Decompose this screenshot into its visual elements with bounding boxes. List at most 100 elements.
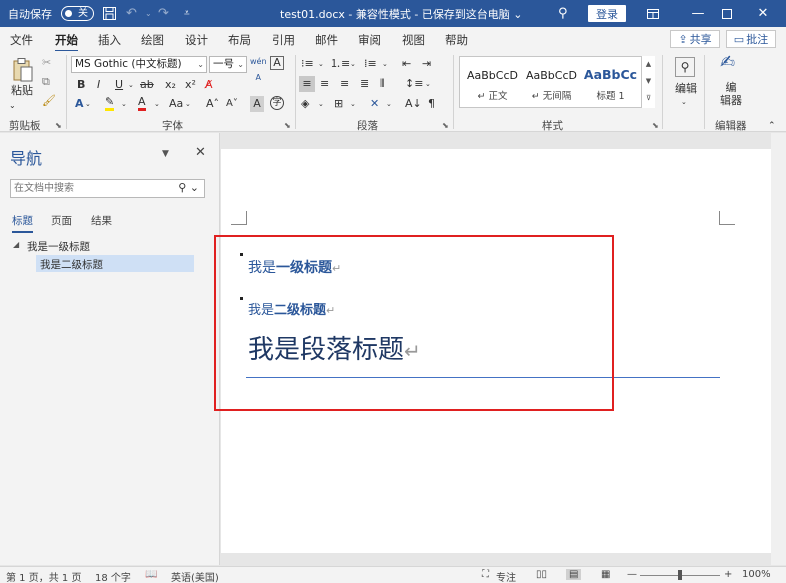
undo-icon[interactable]: ↶ <box>126 0 137 27</box>
read-mode-icon[interactable]: ▯▯ <box>536 569 547 580</box>
shading-dropdown-icon[interactable]: ⌄ <box>318 96 324 112</box>
increase-indent-icon[interactable]: ⇥ <box>422 56 431 72</box>
copy-icon[interactable]: ⧉ <box>42 74 50 90</box>
asian-layout-icon[interactable]: ✕ <box>370 96 379 112</box>
distributed-icon[interactable]: ⫴ <box>380 76 385 92</box>
show-marks-icon[interactable]: ¶ <box>428 96 435 112</box>
collapse-triangle-icon[interactable]: ◢ <box>13 240 19 249</box>
nav-options-icon[interactable]: ▼ <box>162 149 169 159</box>
focus-label[interactable]: 专注 <box>496 569 516 583</box>
style-heading-1[interactable]: AaBbCc 标题 1 <box>581 57 640 107</box>
text-effects-dropdown-icon[interactable]: ⌄ <box>85 96 91 112</box>
language[interactable]: 英语(美国) <box>171 569 219 583</box>
bold-button[interactable]: B <box>77 77 85 93</box>
style-no-spacing[interactable]: AaBbCcD ↵ 无间隔 <box>522 57 581 107</box>
tab-mailings[interactable]: 邮件 <box>315 32 338 48</box>
save-icon[interactable] <box>103 0 117 27</box>
tab-layout[interactable]: 布局 <box>228 32 251 48</box>
close-icon[interactable]: ✕ <box>748 0 778 27</box>
paragraph-launcher-icon[interactable]: ⬊ <box>442 121 449 130</box>
focus-icon[interactable]: ⛶ <box>482 569 489 580</box>
line-spacing-icon[interactable]: ↕≡ <box>405 76 423 92</box>
multilevel-dropdown-icon[interactable]: ⌄ <box>382 56 388 72</box>
search-icon[interactable]: ⚲ ⌄ <box>178 181 199 194</box>
clipboard-launcher-icon[interactable]: ⬊ <box>55 121 62 130</box>
close-icon[interactable]: ✕ <box>195 145 206 160</box>
proofing-icon[interactable]: 📖 <box>145 569 157 580</box>
vertical-scrollbar[interactable] <box>771 133 786 565</box>
tab-pages[interactable]: 页面 <box>51 213 72 228</box>
style-normal[interactable]: AaBbCcD ↵ 正文 <box>463 57 522 107</box>
chevron-up-icon[interactable]: ▲ <box>642 56 655 73</box>
bullets-dropdown-icon[interactable]: ⌄ <box>318 56 324 72</box>
share-button[interactable]: ⇪ 共享 <box>670 30 720 48</box>
minimize-icon[interactable]: — <box>683 0 713 27</box>
zoom-in-icon[interactable]: + <box>724 569 732 580</box>
highlight-color-icon[interactable]: ✎ <box>105 96 115 111</box>
expand-icon[interactable]: ⊽ <box>642 90 655 107</box>
tab-references[interactable]: 引用 <box>272 32 295 48</box>
asian-layout-dropdown-icon[interactable]: ⌄ <box>386 96 392 112</box>
underline-button[interactable]: U <box>115 77 123 93</box>
borders-icon[interactable]: ⊞ <box>334 96 343 112</box>
login-button[interactable]: 登录 <box>588 5 626 22</box>
search-icon[interactable]: ⚲ <box>675 57 695 77</box>
redo-icon[interactable]: ↷ <box>158 0 169 27</box>
strikethrough-button[interactable]: ab <box>140 77 154 93</box>
autosave-toggle[interactable]: 关 <box>61 6 94 21</box>
nav-heading-1[interactable]: 我是一级标题 <box>27 239 90 254</box>
text-effects-icon[interactable]: A <box>75 96 84 112</box>
undo-dropdown-icon[interactable]: ⌄ <box>145 0 152 27</box>
tab-headings[interactable]: 标题 <box>12 213 33 233</box>
search-input[interactable] <box>11 180 171 197</box>
align-left-icon[interactable]: ≡ <box>299 76 315 92</box>
editor-icon[interactable]: ✍ <box>720 54 735 72</box>
nav-heading-2[interactable]: 我是二级标题 <box>36 255 194 272</box>
tab-file[interactable]: 文件 <box>10 32 33 48</box>
styles-scroll[interactable]: ▲ ▼ ⊽ <box>641 56 655 108</box>
cut-icon[interactable]: ✂ <box>42 55 51 71</box>
chevron-down-icon[interactable]: ▼ <box>642 73 655 90</box>
paste-icon[interactable] <box>12 57 34 86</box>
customize-toolbar-icon[interactable]: ⩡ <box>184 0 190 27</box>
phonetic-guide-icon[interactable]: wén A <box>250 54 267 86</box>
highlight-dropdown-icon[interactable]: ⌄ <box>121 96 127 112</box>
justify-icon[interactable]: ≣ <box>360 76 369 92</box>
zoom-out-icon[interactable]: — <box>627 569 637 580</box>
tab-review[interactable]: 审阅 <box>358 32 381 48</box>
enclose-characters-icon[interactable]: 字 <box>270 96 284 110</box>
character-shading-icon[interactable]: A <box>250 96 264 112</box>
styles-launcher-icon[interactable]: ⬊ <box>652 121 659 130</box>
format-painter-icon[interactable]: 🖌 <box>42 93 56 109</box>
underline-dropdown-icon[interactable]: ⌄ <box>128 77 134 93</box>
zoom-level[interactable]: 100% <box>742 569 771 580</box>
font-color-dropdown-icon[interactable]: ⌄ <box>154 96 160 112</box>
sort-icon[interactable]: A↓ <box>405 96 422 112</box>
ribbon-display-icon[interactable] <box>638 0 668 27</box>
web-layout-icon[interactable]: ▦ <box>601 569 610 580</box>
numbering-dropdown-icon[interactable]: ⌄ <box>350 56 356 72</box>
tab-results[interactable]: 结果 <box>91 213 112 228</box>
grow-font-icon[interactable]: A˄ <box>206 96 219 112</box>
font-size-select[interactable]: 一号 ⌄ <box>209 56 247 73</box>
subscript-button[interactable]: x₂ <box>165 77 176 93</box>
editor-button[interactable]: 编 辑器 <box>720 81 742 107</box>
shrink-font-icon[interactable]: A˅ <box>226 96 238 112</box>
clear-format-icon[interactable]: A̸ <box>205 77 213 93</box>
maximize-icon[interactable] <box>712 0 742 27</box>
font-name-select[interactable]: MS Gothic (中文标题) ⌄ <box>71 56 207 73</box>
change-case-dropdown-icon[interactable]: ⌄ <box>185 96 191 112</box>
collapse-ribbon-icon[interactable]: ⌃ <box>768 118 776 134</box>
paste-dropdown-icon[interactable]: ⌄ <box>9 98 16 114</box>
change-case-icon[interactable]: Aa <box>169 96 183 112</box>
print-layout-icon[interactable]: ▤ <box>566 569 582 580</box>
numbering-icon[interactable]: ⒈≡ <box>330 56 350 72</box>
superscript-button[interactable]: x² <box>185 77 196 93</box>
font-launcher-icon[interactable]: ⬊ <box>284 121 291 130</box>
tab-insert[interactable]: 插入 <box>98 32 121 48</box>
decrease-indent-icon[interactable]: ⇤ <box>402 56 411 72</box>
tab-design[interactable]: 设计 <box>185 32 208 48</box>
shading-icon[interactable]: ◈ <box>301 96 309 112</box>
tab-draw[interactable]: 绘图 <box>141 32 164 48</box>
tab-help[interactable]: 帮助 <box>445 32 468 48</box>
